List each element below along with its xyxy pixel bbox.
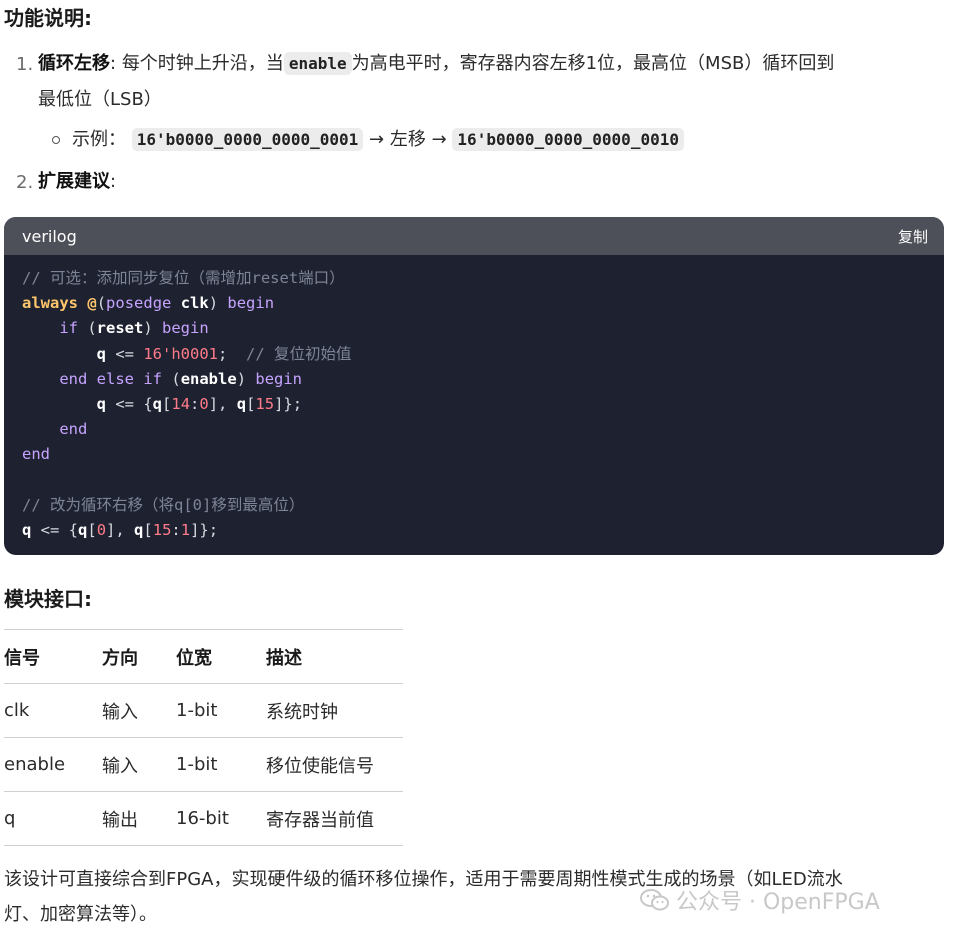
separator: :: [110, 53, 117, 74]
table-cell: enable: [4, 737, 102, 792]
item-title: 扩展建议: [38, 171, 110, 192]
table-cell: 移位使能信号: [266, 737, 403, 792]
list-item-1-cont: 最低位（LSB）: [38, 89, 162, 110]
code-header: verilog 复制: [4, 217, 944, 255]
example-label: 示例：: [72, 129, 126, 150]
code-line: end: [59, 420, 88, 439]
table-row: clk 输入 1-bit 系统时钟: [4, 683, 403, 738]
wechat-icon: [640, 889, 669, 911]
table-cell: 输出: [102, 791, 176, 846]
table-row: enable 输入 1-bit 移位使能信号: [4, 737, 403, 792]
copy-button[interactable]: 复制: [898, 226, 928, 247]
table-header-row: 信号 方向 位宽 描述: [4, 629, 403, 684]
item-text: 每个时钟上升沿，当: [121, 53, 284, 74]
interface-title: 模块接口:: [4, 587, 92, 611]
watermark: 公众号 · OpenFPGA: [640, 884, 880, 916]
table-cell: 1-bit: [176, 683, 266, 738]
code-block: verilog 复制 // 可选：添加同步复位（需增加reset端口） alway…: [4, 217, 944, 555]
code-content: // 可选：添加同步复位（需增加reset端口） always @(posedge…: [4, 255, 944, 543]
inline-code: 16'b0000_0000_0000_0001: [131, 128, 364, 151]
table-cell: 输入: [102, 737, 176, 792]
table-cell: 系统时钟: [266, 683, 403, 738]
code-line: if (reset) begin: [59, 319, 209, 338]
example-op: 左移: [389, 129, 426, 150]
watermark-text: 公众号 · OpenFPGA: [676, 890, 880, 915]
code-line: q <= 16'h0001; // 复位初始值: [96, 344, 352, 363]
list-item-2: 扩展建议:: [38, 164, 116, 200]
inline-code: 16'b0000_0000_0000_0010: [452, 128, 684, 151]
table-cell: 16-bit: [176, 791, 266, 846]
code-line: q <= {q[0], q[15:1]};: [22, 521, 219, 540]
arrow-icon: →: [431, 129, 447, 150]
table-cell: clk: [4, 683, 102, 738]
table-header: 描述: [266, 629, 403, 684]
list-item-1: 循环左移: 每个时钟上升沿，当 enable 为高电平时，寄存器内容左移1位，最高位…: [38, 46, 948, 82]
separator: :: [110, 171, 117, 192]
item-title: 循环左移: [38, 53, 110, 74]
example-line: 示例： 16'b0000_0000_0000_0001 → 左移 → 16'b0…: [72, 122, 684, 158]
code-line: always @(posedge clk) begin: [22, 294, 275, 313]
inline-code: enable: [283, 52, 352, 75]
code-line: q <= {q[14:0], q[15]};: [96, 395, 303, 414]
table-header: 方向: [102, 629, 176, 684]
interface-table: 信号 方向 位宽 描述 clk 输入 1-bit 系统时钟 enable 输入 …: [4, 629, 403, 846]
table-header: 信号: [4, 629, 102, 684]
table-cell: 寄存器当前值: [266, 791, 403, 846]
code-line: end else if (enable) begin: [59, 369, 303, 388]
table-cell: 输入: [102, 683, 176, 738]
arrow-icon: →: [369, 129, 385, 150]
list-number-1: 1.: [16, 54, 34, 75]
section-title: 功能说明:: [4, 6, 92, 30]
code-line: // 改为循环右移（将q[0]移到最高位）: [22, 495, 305, 514]
code-language: verilog: [22, 226, 77, 246]
list-number-2: 2.: [16, 172, 34, 193]
table-row: q 输出 16-bit 寄存器当前值: [4, 791, 403, 846]
table-header: 位宽: [176, 629, 266, 684]
bullet-icon: [52, 136, 60, 144]
table-cell: q: [4, 791, 102, 846]
code-line: end: [22, 445, 50, 464]
table-cell: 1-bit: [176, 737, 266, 792]
item-text: 为高电平时，寄存器内容左移1位，最高位（MSB）循环回到: [351, 53, 835, 74]
code-line: // 可选：添加同步复位（需增加reset端口）: [22, 269, 345, 287]
